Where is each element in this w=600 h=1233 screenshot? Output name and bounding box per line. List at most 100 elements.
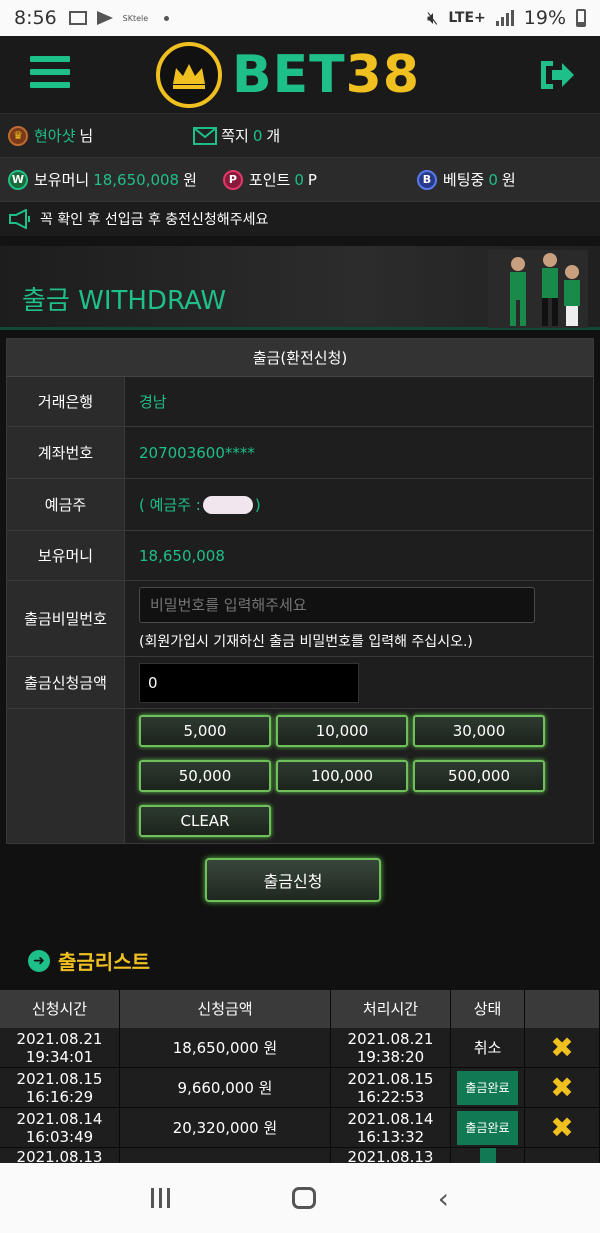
balance-value: 18,650,008 — [125, 531, 593, 580]
amount-label: 출금신청금액 — [7, 657, 125, 708]
logout-icon[interactable] — [538, 58, 576, 92]
recent-apps-icon[interactable] — [150, 1188, 170, 1208]
network-type: LTE+ — [448, 10, 486, 26]
clear-button[interactable]: CLEAR — [139, 805, 271, 837]
status-bar: 8:56 SKtele 🔇︎ LTE+ 19% — [0, 0, 600, 36]
money-unit: 원 — [183, 171, 197, 189]
password-input[interactable] — [139, 586, 535, 623]
back-icon[interactable]: ‹ — [438, 1182, 449, 1215]
battery-percent: 19% — [523, 7, 566, 29]
site-logo[interactable]: BET38 — [156, 42, 420, 108]
col-delete — [525, 990, 600, 1028]
money-icon: W — [8, 169, 28, 190]
point-unit: P — [307, 170, 317, 189]
point-value: 0 — [294, 170, 304, 189]
bank-label: 거래은행 — [7, 377, 125, 426]
withdraw-submit-button[interactable]: 출금신청 — [205, 858, 381, 902]
request-time-cell: 2021.08.15 16:16:29 — [0, 1068, 120, 1107]
delete-x-icon[interactable]: ✖ — [550, 1033, 573, 1061]
amount-cell: 20,320,000 원 — [120, 1108, 331, 1147]
amount-500000-button[interactable]: 500,000 — [413, 760, 545, 792]
holder-label: 예금주 — [7, 479, 125, 530]
status-cell: 출금완료 — [451, 1108, 525, 1147]
envelope-icon — [193, 126, 218, 145]
status-cell: 출금완료 — [451, 1068, 525, 1107]
logo-number-text: 38 — [345, 45, 421, 105]
betting-value: 0 — [488, 170, 498, 189]
balance-form-row: 보유머니 18,650,008 — [7, 531, 593, 581]
amount-input[interactable] — [139, 662, 359, 703]
amount-row: 출금신청금액 — [7, 657, 593, 709]
table-row: 2021.08.15 16:16:29 9,660,000 원 2021.08.1… — [0, 1068, 600, 1108]
amount-buttons-row: 5,000 10,000 30,000 50,000 100,000 500,0… — [7, 709, 593, 843]
notification-dot-icon — [164, 15, 170, 21]
delete-cell: ✖ — [525, 1068, 600, 1107]
logo-bet-text: BET — [232, 45, 346, 105]
status-badge: 출금완료 — [457, 1110, 518, 1145]
money-value: 18,650,008 — [93, 170, 180, 189]
carrier-tag: SKtele — [122, 13, 149, 23]
battery-icon — [576, 9, 586, 27]
android-nav-bar: ‹ — [0, 1163, 600, 1233]
username: 현아샷 — [34, 127, 76, 145]
table-row: 2021.08.14 16:03:49 20,320,000 원 2021.08.… — [0, 1108, 600, 1148]
processed-time-cell: 2021.08.15 16:22:53 — [331, 1068, 451, 1107]
hamburger-menu-icon[interactable] — [30, 56, 70, 92]
withdraw-banner: 출금 WITHDRAW — [0, 236, 600, 330]
balance-row: W 보유머니 18,650,008 원 P 포인트 0 P B 베팅중 0 원 — [0, 158, 600, 202]
players-image — [488, 250, 588, 328]
arrow-right-icon: ➜ — [28, 949, 50, 972]
form-header: 출금(환전신청) — [7, 339, 593, 377]
password-row: 출금비밀번호 (회원가입시 기재하신 출금 비밀번호를 입력해 주십시오.) — [7, 581, 593, 657]
col-request-time: 신청시간 — [0, 990, 120, 1028]
signal-icon — [495, 10, 514, 26]
user-info-row: ♛ 현아샷 님 쪽지 0 개 — [0, 114, 600, 158]
crown-icon — [156, 42, 222, 108]
amount-buttons-grid: 5,000 10,000 30,000 50,000 100,000 500,0… — [125, 709, 545, 837]
messages-link[interactable]: 쪽지 0 개 — [193, 125, 280, 146]
betting-unit: 원 — [501, 171, 516, 189]
status-badge: 출금완료 — [457, 1070, 518, 1105]
user-rank-icon: ♛ — [8, 125, 28, 146]
messages-unit: 개 — [266, 127, 281, 145]
point-label: 포인트 — [248, 171, 291, 189]
delete-cell: ✖ — [525, 1108, 600, 1147]
point-icon: P — [222, 169, 243, 190]
notice-text: 꼭 확인 후 선입금 후 충전신청해주세요 — [40, 212, 269, 228]
col-request-amount: 신청금액 — [120, 990, 331, 1028]
betting-icon: B — [416, 169, 437, 190]
delete-cell: ✖ — [525, 1028, 600, 1067]
telegram-icon — [96, 11, 113, 25]
amount-buttons-label-cell — [7, 709, 125, 843]
amount-cell: 18,650,000 원 — [120, 1028, 331, 1067]
password-label: 출금비밀번호 — [7, 581, 125, 656]
status-time: 8:56 — [14, 7, 57, 29]
account-value: 207003600**** — [125, 427, 593, 478]
holder-row: 예금주 ( 예금주 : ) — [7, 479, 593, 531]
table-header: 신청시간 신청금액 처리시간 상태 — [0, 990, 600, 1028]
bank-row: 거래은행 경남 — [7, 377, 593, 427]
request-time-cell: 2021.08.21 19:34:01 — [0, 1028, 120, 1067]
col-status: 상태 — [451, 990, 525, 1028]
delete-x-icon[interactable]: ✖ — [550, 1073, 573, 1101]
amount-30000-button[interactable]: 30,000 — [413, 715, 545, 747]
amount-10000-button[interactable]: 10,000 — [276, 715, 408, 747]
amount-50000-button[interactable]: 50,000 — [139, 760, 271, 792]
username-suffix: 님 — [79, 127, 94, 145]
list-title: ➜ 출금리스트 — [28, 946, 150, 975]
amount-5000-button[interactable]: 5,000 — [139, 715, 271, 747]
account-label: 계좌번호 — [7, 427, 125, 478]
messages-count: 0 — [252, 126, 263, 145]
delete-x-icon[interactable]: ✖ — [550, 1113, 573, 1141]
list-title-text: 출금리스트 — [58, 950, 150, 974]
top-bar: BET38 — [0, 36, 600, 114]
account-row: 계좌번호 207003600**** — [7, 427, 593, 479]
betting-label: 베팅중 — [442, 171, 485, 189]
col-processed-time: 처리시간 — [331, 990, 451, 1028]
money-label: 보유머니 — [34, 171, 90, 189]
gallery-icon — [68, 11, 87, 25]
processed-time-cell: 2021.08.21 19:38:20 — [331, 1028, 451, 1067]
amount-100000-button[interactable]: 100,000 — [276, 760, 408, 792]
home-icon[interactable] — [291, 1187, 316, 1209]
request-time-cell: 2021.08.14 16:03:49 — [0, 1108, 120, 1147]
